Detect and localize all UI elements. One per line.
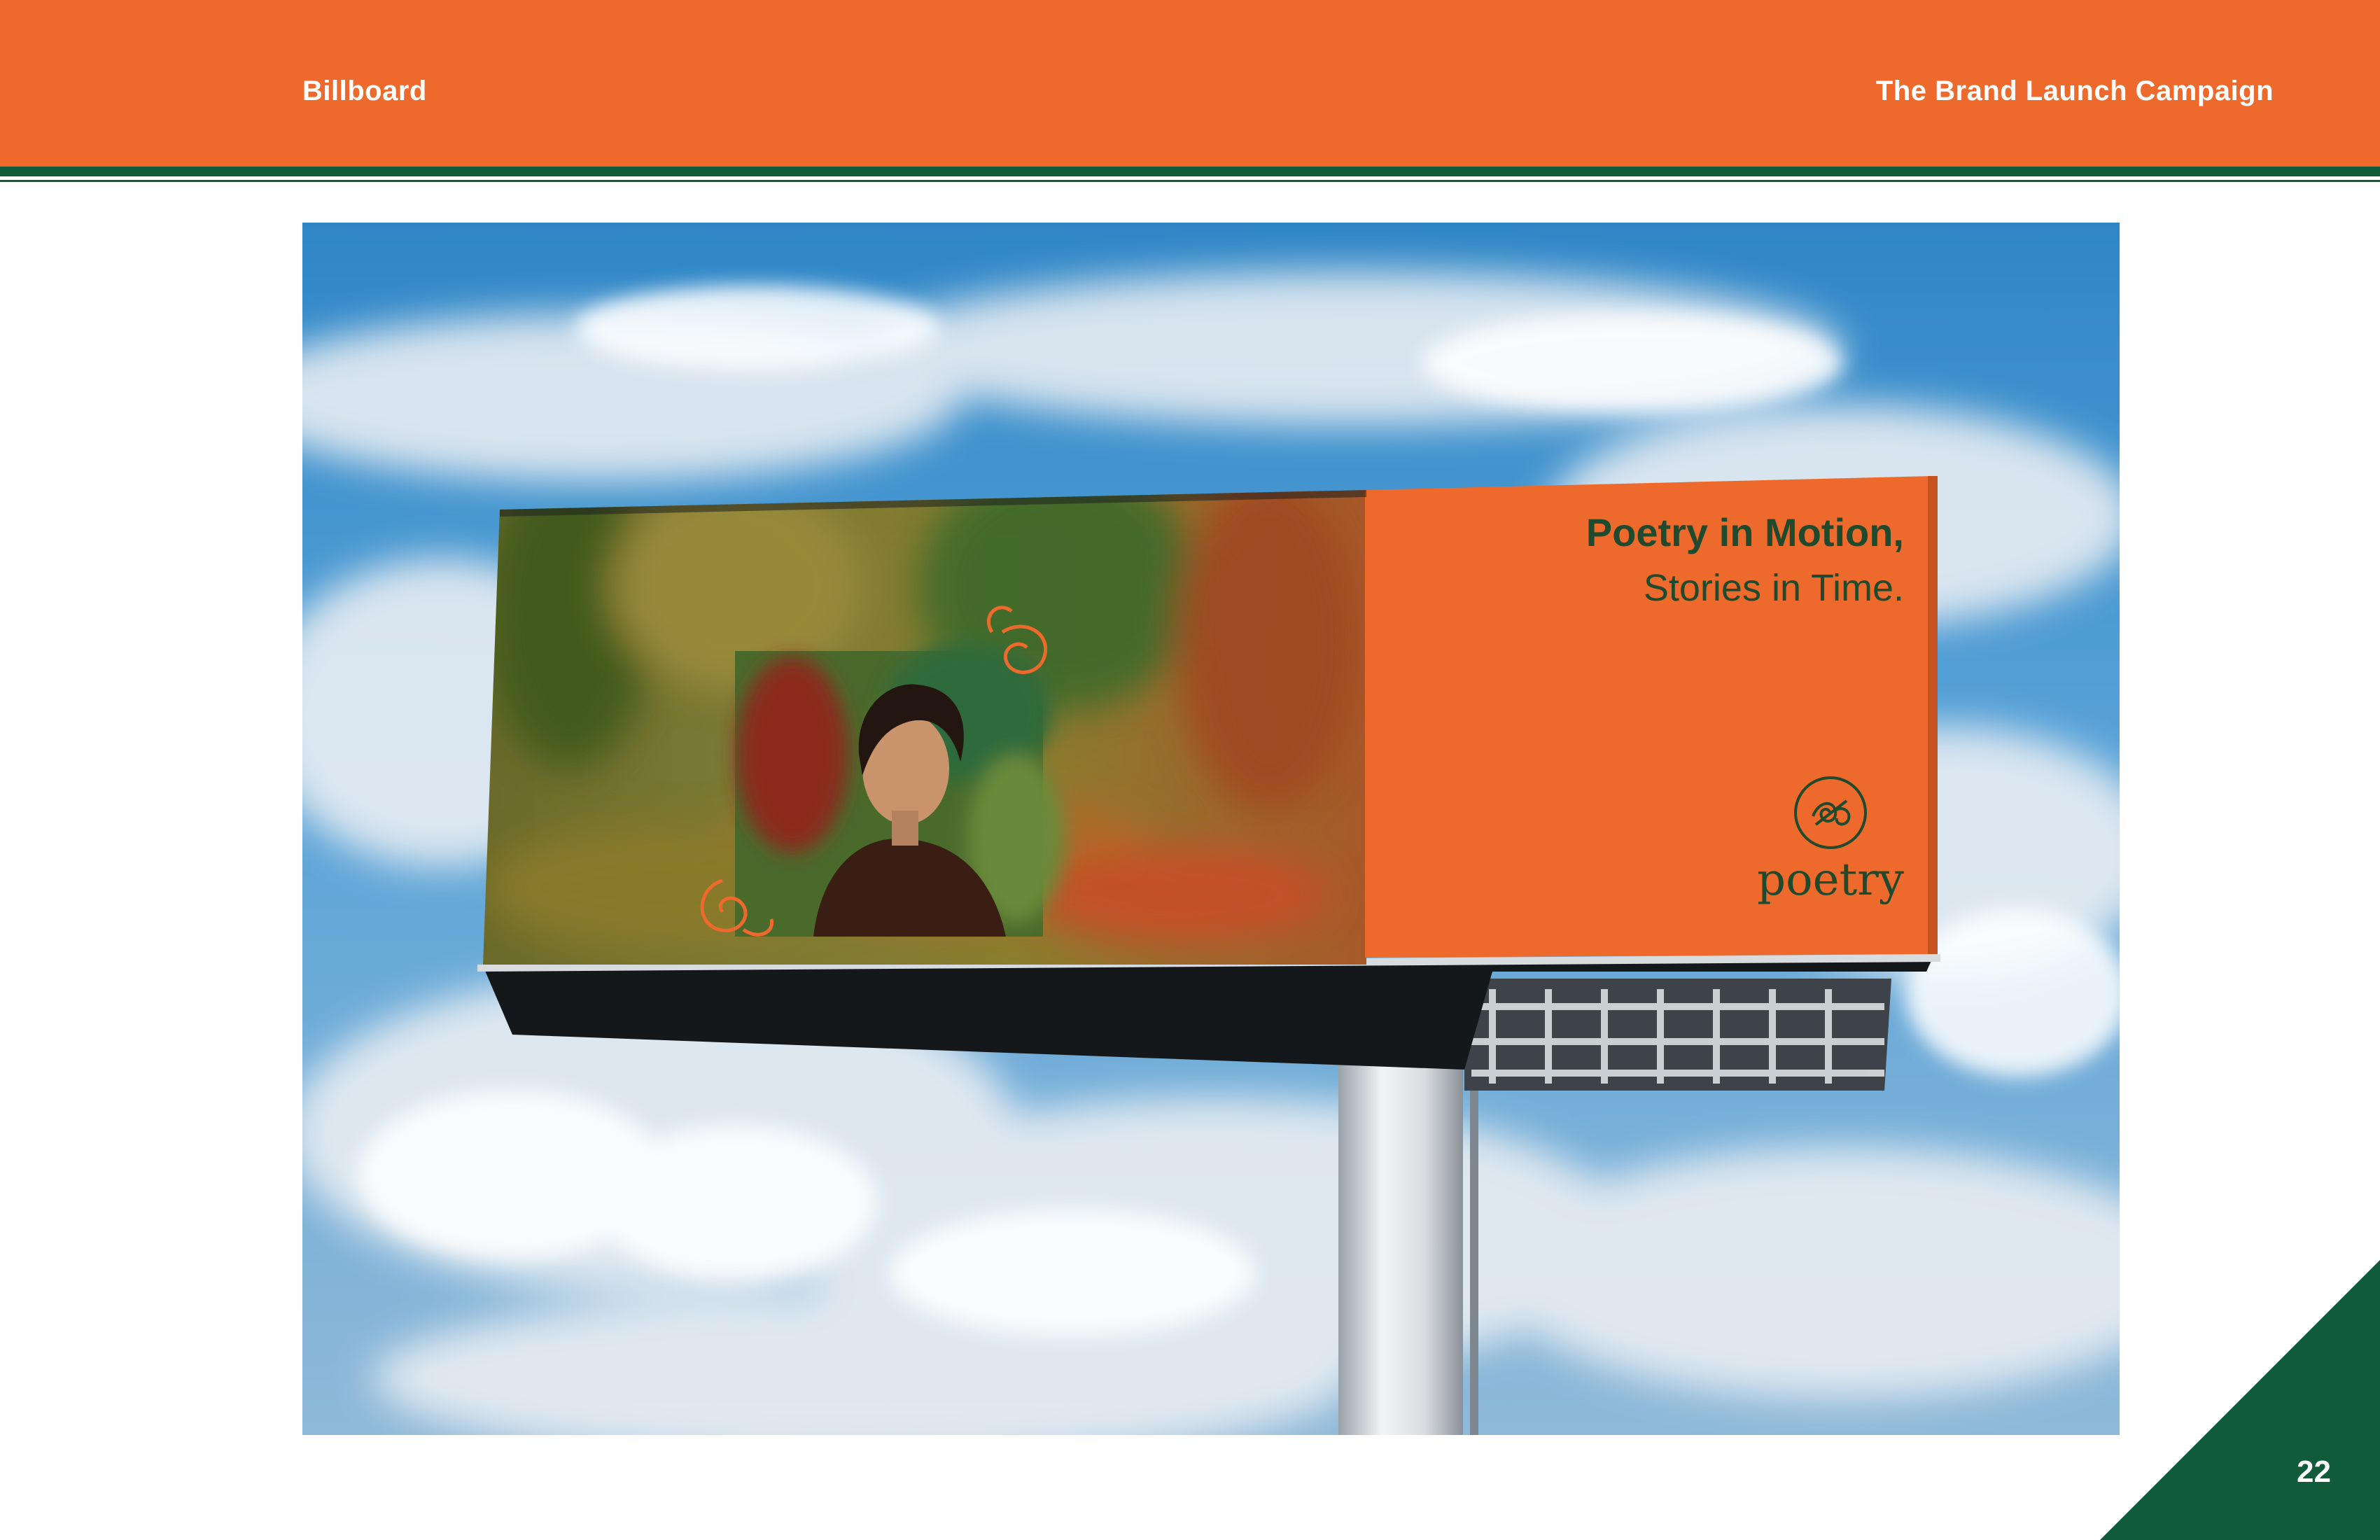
header-divider-thin	[0, 180, 2380, 182]
corner-triangle	[2100, 1260, 2380, 1540]
poetry-wordmark: poetry	[1757, 854, 1904, 906]
billboard-mockup-photo: Poetry in Motion, Stories in Time. poetr…	[302, 223, 2120, 1435]
page-number: 22	[2297, 1455, 2331, 1489]
section-title: Billboard	[302, 76, 427, 106]
header-divider-thick	[0, 167, 2380, 176]
billboard-back-structure	[1464, 979, 1891, 1091]
billboard-image-panel	[483, 490, 1366, 965]
portrait-photo	[735, 643, 1065, 937]
billboard-headline-bold: Poetry in Motion,	[1586, 510, 1904, 554]
campaign-title: The Brand Launch Campaign	[1875, 76, 2274, 106]
billboard-headline-regular: Stories in Time.	[1644, 567, 1904, 609]
header-bar: Billboard The Brand Launch Campaign	[0, 0, 2380, 168]
